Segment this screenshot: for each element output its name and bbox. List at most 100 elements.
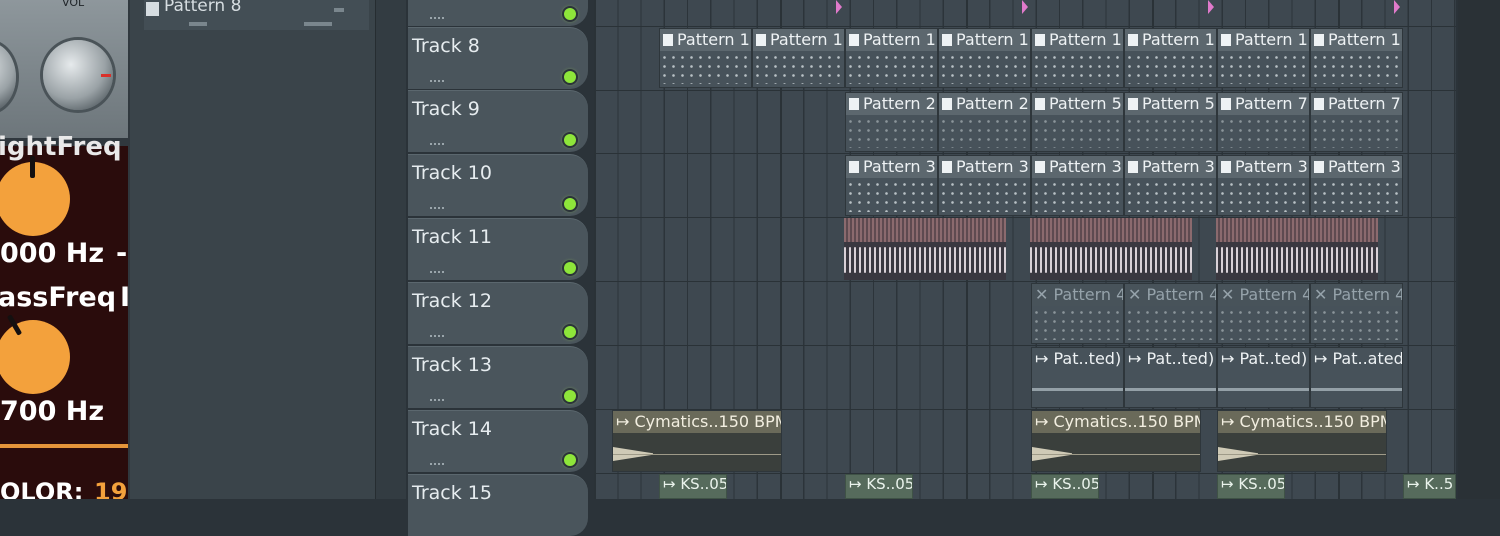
audio-clip[interactable]: ↦ Pat..ted) bbox=[1217, 347, 1310, 408]
track-header[interactable]: Track 8 bbox=[408, 27, 588, 89]
audio-clip[interactable]: ↦ Pat..ted) bbox=[1124, 347, 1217, 408]
track-header[interactable]: Track 14 bbox=[408, 410, 588, 472]
color-label: OLOR: bbox=[0, 478, 84, 499]
track-mute-led[interactable] bbox=[564, 198, 576, 210]
audio-clip[interactable]: ↦ Pat..ted) bbox=[1031, 347, 1124, 408]
audio-clip[interactable]: ↦ Pat..ated) bbox=[1310, 347, 1403, 408]
audio-clip[interactable]: ↦ KS..05 bbox=[1031, 474, 1099, 499]
pattern-clip[interactable]: Pattern 1 bbox=[659, 28, 752, 88]
audio-clip[interactable]: ↦ K..5 bbox=[1403, 474, 1456, 499]
pattern-clip[interactable]: Pattern 3 bbox=[938, 155, 1031, 216]
pattern-clip[interactable]: Pattern 1 bbox=[938, 28, 1031, 88]
plugin-top-section: VOL bbox=[0, 0, 128, 138]
loop-marker-icon bbox=[1208, 0, 1214, 14]
color-value: 19 bbox=[94, 478, 128, 499]
track-mute-led[interactable] bbox=[564, 454, 576, 466]
audio-clip-icon: ↦ bbox=[1035, 349, 1054, 368]
pattern-icon bbox=[1314, 34, 1324, 46]
bass-freq-knob[interactable] bbox=[0, 320, 70, 394]
right-scroll-strip[interactable] bbox=[1458, 0, 1500, 499]
audio-clip[interactable]: ↦ Cymatics..150 BPM E bbox=[1217, 410, 1387, 472]
pattern-clip[interactable]: Pattern 1 bbox=[1124, 28, 1217, 88]
browser-item-pattern-8[interactable]: Pattern 8 bbox=[144, 0, 369, 30]
pattern-clip[interactable]: Pattern 1 bbox=[1031, 28, 1124, 88]
browser-panel: Pattern 8 bbox=[130, 0, 376, 499]
pattern-icon bbox=[663, 34, 673, 46]
pattern-clip[interactable]: Pattern 3 bbox=[1217, 155, 1310, 216]
bass-freq-label: assFreq bbox=[0, 282, 117, 313]
track-grip-icon bbox=[430, 399, 444, 404]
loop-marker-icon bbox=[1394, 0, 1400, 14]
muted-x-icon: ✕ bbox=[1128, 285, 1147, 304]
pattern-clip[interactable]: Pattern 5 bbox=[1124, 92, 1217, 152]
muted-pattern-clip[interactable]: ✕ Pattern 4 bbox=[1217, 283, 1310, 344]
pattern-preview bbox=[189, 22, 207, 26]
audio-clip[interactable]: ↦ Cymatics..150 BPM E bbox=[612, 410, 782, 472]
knob-left-partial[interactable] bbox=[0, 42, 16, 112]
audio-clip-icon: ↦ bbox=[1035, 475, 1053, 493]
pattern-clip[interactable]: Pattern 1 bbox=[1217, 28, 1310, 88]
track-grip-icon bbox=[430, 17, 444, 22]
pattern-clip[interactable]: Pattern 1 bbox=[1310, 28, 1403, 88]
pattern-icon bbox=[1035, 98, 1045, 110]
audio-clip[interactable]: ↦ Cymatics..150 BPM E bbox=[1031, 410, 1201, 472]
audio-clip-waveform[interactable] bbox=[844, 218, 1006, 280]
pattern-clip[interactable]: Pattern 2 bbox=[845, 92, 938, 152]
plugin-bottom-section: ightFreq 000 Hz -1 assFreq I 700 Hz OLOR… bbox=[0, 132, 140, 499]
pattern-icon bbox=[942, 98, 952, 110]
pattern-icon bbox=[942, 161, 952, 173]
pattern-icon bbox=[756, 34, 766, 46]
freq-label-top: ightFreq bbox=[0, 132, 122, 162]
pattern-icon bbox=[849, 34, 859, 46]
muted-pattern-clip[interactable]: ✕ Pattern 4 bbox=[1124, 283, 1217, 344]
row-divider bbox=[594, 90, 1456, 91]
pattern-clip[interactable]: Pattern 5 bbox=[1031, 92, 1124, 152]
vol-label: VOL bbox=[62, 0, 85, 9]
pattern-clip[interactable]: Pattern 1 bbox=[752, 28, 845, 88]
track-name: Track 14 bbox=[412, 418, 492, 440]
pattern-clip[interactable]: Pattern 2 bbox=[938, 92, 1031, 152]
pattern-clip[interactable]: Pattern 7 bbox=[1217, 92, 1310, 152]
row-divider bbox=[594, 26, 1456, 27]
track-grip-icon bbox=[430, 271, 444, 276]
audio-clip[interactable]: ↦ KS..05 bbox=[659, 474, 727, 499]
track-name: Track 13 bbox=[412, 354, 492, 376]
pattern-icon bbox=[1035, 161, 1045, 173]
track-header-partial[interactable] bbox=[408, 0, 588, 26]
muted-pattern-clip[interactable]: ✕ Pattern 4 bbox=[1031, 283, 1124, 344]
track-mute-led[interactable] bbox=[564, 326, 576, 338]
audio-clip-waveform[interactable] bbox=[1216, 218, 1378, 280]
pattern-clip[interactable]: Pattern 7 bbox=[1310, 92, 1403, 152]
pattern-icon bbox=[849, 98, 859, 110]
pattern-icon bbox=[942, 34, 952, 46]
plugin-panel: VOL ightFreq 000 Hz -1 assFreq I 700 Hz … bbox=[0, 0, 140, 499]
audio-clip[interactable]: ↦ KS..05 bbox=[1217, 474, 1285, 499]
high-freq-knob[interactable] bbox=[0, 162, 70, 236]
pattern-clip[interactable]: Pattern 3 bbox=[1124, 155, 1217, 216]
track-header[interactable]: Track 13 bbox=[408, 346, 588, 408]
track-grip-icon bbox=[430, 143, 444, 148]
vol-knob[interactable] bbox=[43, 40, 113, 110]
pattern-clip[interactable]: Pattern 3 bbox=[1031, 155, 1124, 216]
track-header[interactable]: Track 12 bbox=[408, 282, 588, 344]
pattern-clip[interactable]: Pattern 3 bbox=[845, 155, 938, 216]
audio-clip[interactable]: ↦ KS..05 bbox=[845, 474, 913, 499]
pattern-icon bbox=[1314, 98, 1324, 110]
track-header[interactable]: Track 15 bbox=[408, 474, 588, 536]
track-header[interactable]: Track 10 bbox=[408, 154, 588, 216]
playlist-grid[interactable]: Pattern 1 Pattern 1 Pattern 1 Pattern 1 … bbox=[594, 0, 1456, 499]
track-header[interactable]: Track 9 bbox=[408, 90, 588, 152]
muted-pattern-clip[interactable]: ✕ Pattern 4 bbox=[1310, 283, 1403, 344]
track-mute-led[interactable] bbox=[564, 262, 576, 274]
track-name: Track 9 bbox=[412, 98, 480, 120]
pattern-icon bbox=[1128, 98, 1138, 110]
audio-clip-waveform[interactable] bbox=[1030, 218, 1192, 280]
track-header[interactable]: Track 11 bbox=[408, 218, 588, 280]
audio-clip-icon: ↦ bbox=[1128, 349, 1147, 368]
track-mute-led[interactable] bbox=[564, 71, 576, 83]
track-mute-led[interactable] bbox=[564, 8, 576, 20]
track-mute-led[interactable] bbox=[564, 390, 576, 402]
pattern-clip[interactable]: Pattern 1 bbox=[845, 28, 938, 88]
track-mute-led[interactable] bbox=[564, 134, 576, 146]
pattern-clip[interactable]: Pattern 3 bbox=[1310, 155, 1403, 216]
